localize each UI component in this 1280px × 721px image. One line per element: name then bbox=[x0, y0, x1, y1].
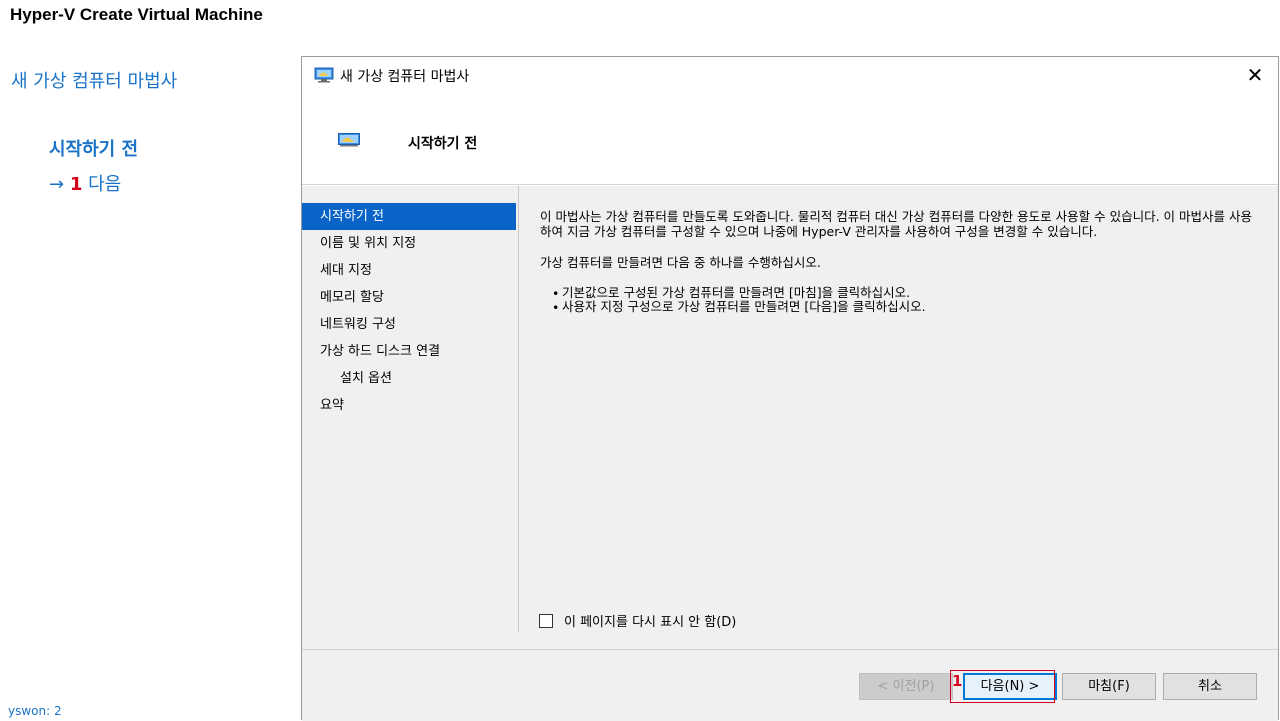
vm-header-icon bbox=[338, 133, 360, 147]
list-item: 사용자 지정 구성으로 가상 컴퓨터를 만들려면 [다음]을 클릭하십시오. bbox=[552, 300, 1252, 316]
nav-item-memory[interactable]: 메모리 할당 bbox=[302, 284, 516, 311]
button-bar: < 이전(P) 다음(N) > 마침(F) 취소 1 bbox=[302, 650, 1278, 721]
finish-button[interactable]: 마침(F) bbox=[1062, 673, 1156, 700]
nav-item-before-you-begin[interactable]: 시작하기 전 bbox=[302, 203, 516, 230]
vm-monitor-icon bbox=[314, 67, 334, 83]
sidebar-next-step: → 1 다음 bbox=[49, 170, 121, 196]
list-item: 기본값으로 구성된 가상 컴퓨터를 만들려면 [마침]을 클릭하십시오. bbox=[552, 286, 1252, 302]
page-title: Hyper-V Create Virtual Machine bbox=[10, 5, 263, 24]
description-instruction: 가상 컴퓨터를 만들려면 다음 중 하나를 수행하십시오. bbox=[540, 255, 821, 270]
dont-show-again-row: 이 페이지를 다시 표시 안 함(D) bbox=[539, 611, 736, 630]
wizard-nav: 시작하기 전 이름 및 위치 지정 세대 지정 메모리 할당 네트워킹 구성 가… bbox=[302, 203, 516, 419]
nav-item-name-location[interactable]: 이름 및 위치 지정 bbox=[302, 230, 516, 257]
description-panel: 이 마법사는 가상 컴퓨터를 만들도록 도와줍니다. 물리적 컴퓨터 대신 가상… bbox=[540, 209, 1252, 316]
next-button[interactable]: 다음(N) > bbox=[963, 673, 1057, 700]
wizard-window: 새 가상 컴퓨터 마법사 ✕ 시작하기 전 시작하기 전 이름 및 위치 지정 … bbox=[301, 56, 1279, 721]
description-intro: 이 마법사는 가상 컴퓨터를 만들도록 도와줍니다. 물리적 컴퓨터 대신 가상… bbox=[540, 209, 1252, 239]
content-area: 시작하기 전 이름 및 위치 지정 세대 지정 메모리 할당 네트워킹 구성 가… bbox=[302, 186, 1278, 649]
option-list: 기본값으로 구성된 가상 컴퓨터를 만들려면 [마침]을 클릭하십시오. 사용자… bbox=[552, 286, 1252, 316]
step-number: 1 bbox=[69, 174, 83, 195]
dont-show-again-label[interactable]: 이 페이지를 다시 표시 안 함(D) bbox=[564, 611, 736, 630]
nav-item-summary[interactable]: 요약 bbox=[302, 392, 516, 419]
nav-item-virtual-disk[interactable]: 가상 하드 디스크 연결 bbox=[302, 338, 516, 365]
next-step-label: 다음 bbox=[88, 174, 122, 195]
nav-item-install-options[interactable]: 설치 옵션 bbox=[302, 365, 516, 392]
previous-button[interactable]: < 이전(P) bbox=[859, 673, 953, 700]
close-icon[interactable]: ✕ bbox=[1232, 57, 1278, 93]
header-band: 시작하기 전 bbox=[302, 93, 1278, 185]
header-title: 시작하기 전 bbox=[408, 136, 478, 152]
nav-item-networking[interactable]: 네트워킹 구성 bbox=[302, 311, 516, 338]
nav-item-generation[interactable]: 세대 지정 bbox=[302, 257, 516, 284]
annotation-number: 1 bbox=[952, 672, 963, 690]
title-bar: 새 가상 컴퓨터 마법사 ✕ bbox=[302, 57, 1278, 93]
sidebar-current-step: 시작하기 전 bbox=[49, 139, 139, 160]
sidebar-heading: 새 가상 컴퓨터 마법사 bbox=[11, 71, 178, 92]
cancel-button[interactable]: 취소 bbox=[1163, 673, 1257, 700]
arrow-icon: → bbox=[49, 174, 65, 195]
footer-credit: yswon: 2 bbox=[8, 704, 62, 718]
window-title: 새 가상 컴퓨터 마법사 bbox=[340, 69, 470, 85]
dont-show-again-checkbox[interactable] bbox=[539, 613, 553, 628]
nav-divider bbox=[518, 186, 519, 632]
